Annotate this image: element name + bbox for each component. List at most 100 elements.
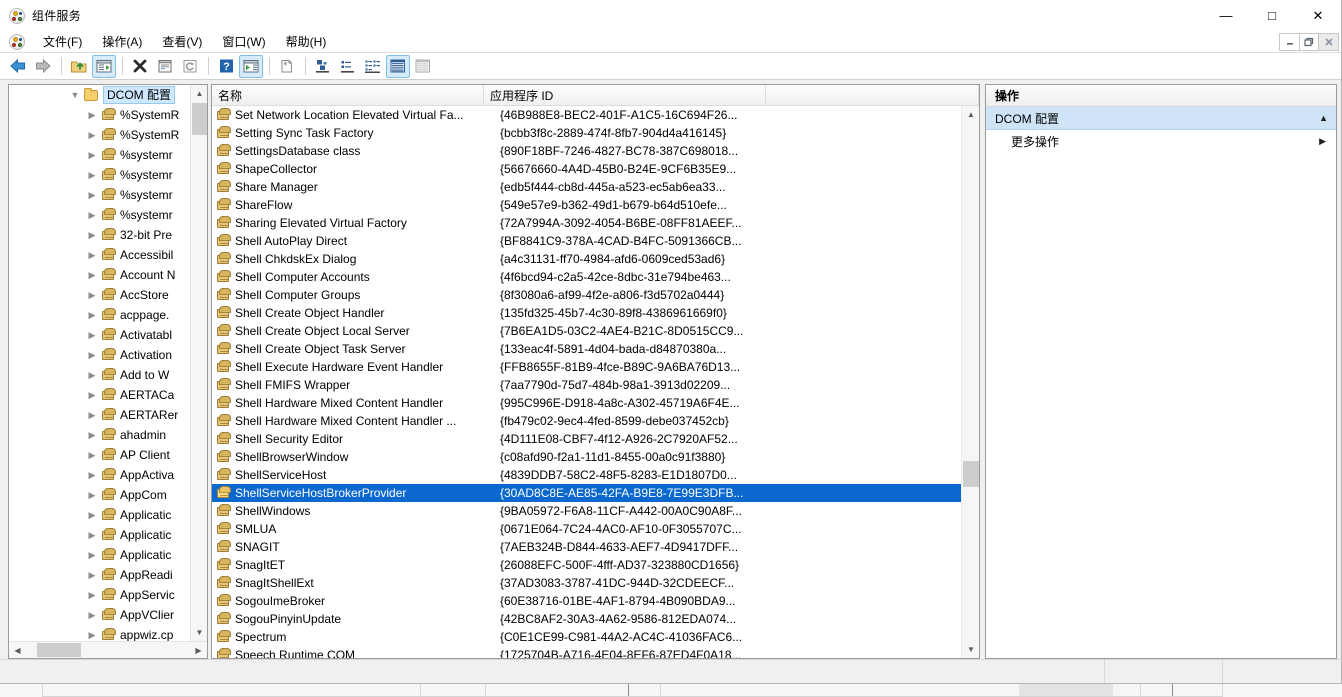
table-row[interactable]: SNAGIT {7AEB324B-D844-4633-AEF7-4D9417DFF… <box>212 538 961 556</box>
chevron-right-icon[interactable]: ▶ <box>84 607 100 623</box>
tree-item-dcom-config[interactable]: ▼ DCOM 配置 <box>9 85 207 105</box>
tree-item[interactable]: ▶ 32-bit Pre <box>9 225 207 245</box>
list-scroll-up-button[interactable]: ▲ <box>962 106 979 123</box>
table-row[interactable]: SettingsDatabase class {890F18BF-7246-482… <box>212 142 961 160</box>
table-row[interactable]: Sharing Elevated Virtual Factory {72A7994… <box>212 214 961 232</box>
column-header-blank[interactable] <box>766 85 979 105</box>
up-one-level-button[interactable] <box>67 55 91 78</box>
table-row[interactable]: Shell FMIFS Wrapper {7aa7790d-75d7-484b-9… <box>212 376 961 394</box>
menu-action[interactable]: 操作(A) <box>92 32 152 52</box>
chevron-right-icon[interactable]: ▶ <box>84 527 100 543</box>
tree-scroll-up-button[interactable]: ▲ <box>191 85 207 102</box>
chevron-right-icon[interactable]: ▶ <box>84 487 100 503</box>
chevron-right-icon[interactable]: ▶ <box>84 387 100 403</box>
table-row[interactable]: ShellWindows {9BA05972-F6A8-11CF-A442-00A… <box>212 502 961 520</box>
tree-scroll-right-button[interactable]: ▶ <box>190 642 207 658</box>
tree-item[interactable]: ▶ Applicatic <box>9 525 207 545</box>
chevron-right-icon[interactable]: ▶ <box>84 307 100 323</box>
action-more-actions[interactable]: 更多操作 ▶ <box>986 130 1336 152</box>
tree-item[interactable]: ▶ %SystemR <box>9 125 207 145</box>
tree-item[interactable]: ▶ Account N <box>9 265 207 285</box>
chevron-right-icon[interactable]: ▶ <box>84 287 100 303</box>
table-row[interactable]: Shell Hardware Mixed Content Handler {995… <box>212 394 961 412</box>
table-row[interactable]: ShellBrowserWindow {c08afd90-f2a1-11d1-84… <box>212 448 961 466</box>
table-row[interactable]: Share Manager {edb5f444-cb8d-445a-a523-ec… <box>212 178 961 196</box>
table-row[interactable]: SnagItET {26088EFC-500F-4fff-AD37-323880C… <box>212 556 961 574</box>
chevron-right-icon[interactable]: ▶ <box>84 507 100 523</box>
table-row[interactable]: Speech Runtime COM {1725704B-A716-4E04-8E… <box>212 646 961 658</box>
chevron-right-icon[interactable]: ▶ <box>84 587 100 603</box>
tree-item[interactable]: ▶ AERTARer <box>9 405 207 425</box>
tree-item[interactable]: ▶ AP Client <box>9 445 207 465</box>
tree-item[interactable]: ▶ AppActiva <box>9 465 207 485</box>
table-row[interactable]: ShapeCollector {56676660-4A4D-45B0-B24E-9… <box>212 160 961 178</box>
export-list-button[interactable] <box>275 55 299 78</box>
close-button[interactable]: ✕ <box>1295 0 1341 31</box>
table-row[interactable]: Spectrum {C0E1CE99-C981-44A2-AC4C-41036FA… <box>212 628 961 646</box>
chevron-right-icon[interactable]: ▶ <box>84 247 100 263</box>
column-header-appid[interactable]: 应用程序 ID <box>484 85 766 105</box>
table-row[interactable]: SnagItShellExt {37AD3083-3787-41DC-944D-3… <box>212 574 961 592</box>
tree-item[interactable]: ▶ %systemr <box>9 165 207 185</box>
menu-help[interactable]: 帮助(H) <box>276 32 337 52</box>
tree-scroll-down-button[interactable]: ▼ <box>191 624 207 641</box>
chevron-right-icon[interactable]: ▶ <box>84 267 100 283</box>
chevron-right-icon[interactable]: ▶ <box>84 367 100 383</box>
view-large-icons-button[interactable] <box>311 55 335 78</box>
chevron-right-icon[interactable]: ▶ <box>84 187 100 203</box>
table-row[interactable]: Shell Computer Groups {8f3080a6-af99-4f2e… <box>212 286 961 304</box>
back-button[interactable] <box>6 55 30 78</box>
view-tabular-button[interactable] <box>411 55 435 78</box>
mdi-close-button[interactable] <box>1319 32 1339 51</box>
tree-item[interactable]: ▶ %SystemR <box>9 105 207 125</box>
chevron-right-icon[interactable]: ▶ <box>84 427 100 443</box>
chevron-right-icon[interactable]: ▶ <box>84 407 100 423</box>
menu-view[interactable]: 查看(V) <box>152 32 212 52</box>
tree-item[interactable]: ▶ %systemr <box>9 145 207 165</box>
help-button[interactable]: ? <box>214 55 238 78</box>
list-vertical-scrollbar[interactable]: ▲ ▼ <box>961 106 979 658</box>
chevron-right-icon[interactable]: ▶ <box>84 207 100 223</box>
table-row[interactable]: ShareFlow {549e57e9-b362-49d1-b679-b64d51… <box>212 196 961 214</box>
chevron-right-icon[interactable]: ▶ <box>84 327 100 343</box>
tree-item[interactable]: ▶ Activation <box>9 345 207 365</box>
tree-item[interactable]: ▶ Add to W <box>9 365 207 385</box>
chevron-right-icon[interactable]: ▶ <box>84 547 100 563</box>
tree-item[interactable]: ▶ Activatabl <box>9 325 207 345</box>
tree-vertical-scrollbar[interactable]: ▲ ▼ <box>190 85 207 641</box>
tree-item[interactable]: ▶ appwiz.cp <box>9 625 207 641</box>
list-scroll-thumb[interactable] <box>963 461 979 487</box>
actions-group-dcom-config[interactable]: DCOM 配置 ▲ <box>986 107 1336 130</box>
chevron-right-icon[interactable]: ▶ <box>84 227 100 243</box>
table-row[interactable]: SogouPinyinUpdate {42BC8AF2-30A3-4A62-958… <box>212 610 961 628</box>
tree-item[interactable]: ▶ AppCom <box>9 485 207 505</box>
tree-item[interactable]: ▶ AccStore <box>9 285 207 305</box>
tree-item[interactable]: ▶ %systemr <box>9 185 207 205</box>
chevron-right-icon[interactable]: ▶ <box>84 147 100 163</box>
list-body[interactable]: Set Network Location Elevated Virtual Fa… <box>212 106 979 658</box>
table-row[interactable]: Shell Create Object Task Server {133eac4f… <box>212 340 961 358</box>
table-row[interactable]: SMLUA {0671E064-7C24-4AC0-AF10-0F3055707C… <box>212 520 961 538</box>
table-row[interactable]: ShellServiceHost {4839DDB7-58C2-48F5-8283… <box>212 466 961 484</box>
table-row[interactable]: Setting Sync Task Factory {bcbb3f8c-2889-… <box>212 124 961 142</box>
tree-item[interactable]: ▶ %systemr <box>9 205 207 225</box>
chevron-right-icon[interactable]: ▶ <box>84 167 100 183</box>
properties-button[interactable] <box>153 55 177 78</box>
chevron-right-icon[interactable]: ▶ <box>84 347 100 363</box>
mdi-minimize-button[interactable] <box>1279 32 1299 51</box>
tree-item[interactable]: ▶ Applicatic <box>9 545 207 565</box>
chevron-right-icon[interactable]: ▶ <box>84 447 100 463</box>
table-row[interactable]: Set Network Location Elevated Virtual Fa… <box>212 106 961 124</box>
chevron-right-icon[interactable]: ▶ <box>84 107 100 123</box>
tree-item[interactable]: ▶ acppage. <box>9 305 207 325</box>
chevron-down-icon[interactable]: ▼ <box>67 87 83 103</box>
menu-window[interactable]: 窗口(W) <box>212 32 275 52</box>
table-row[interactable]: Shell Security Editor {4D111E08-CBF7-4f12… <box>212 430 961 448</box>
maximize-button[interactable]: □ <box>1249 0 1295 31</box>
tree-scroll-left-button[interactable]: ◀ <box>9 642 26 658</box>
tree-item[interactable]: ▶ AppServic <box>9 585 207 605</box>
view-detail-button[interactable] <box>386 54 410 78</box>
chevron-right-icon[interactable]: ▶ <box>1319 136 1326 147</box>
tree-item[interactable]: ▶ Accessibil <box>9 245 207 265</box>
view-small-icons-button[interactable] <box>336 55 360 78</box>
